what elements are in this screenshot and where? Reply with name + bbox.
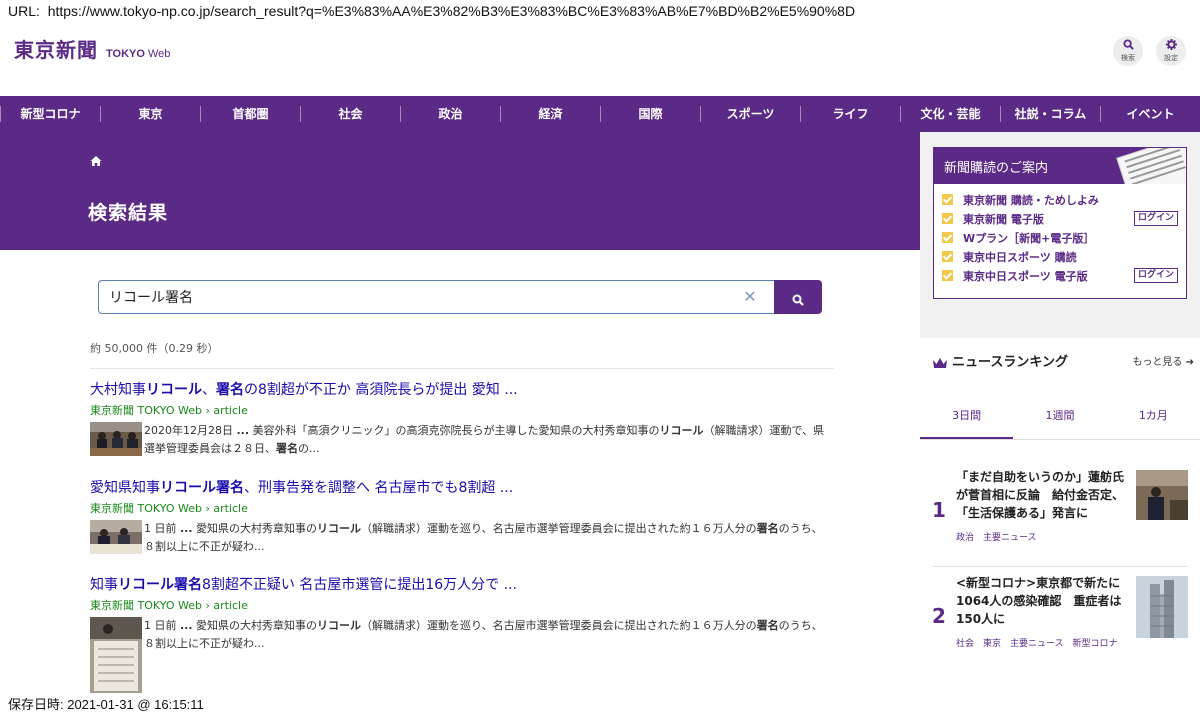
logo-japanese: 東京新聞 <box>14 38 98 62</box>
ranking-thumbnail[interactable] <box>1136 470 1188 524</box>
search-label: 検索 <box>1121 54 1135 62</box>
tab-3days[interactable]: 3日間 <box>920 394 1014 439</box>
nav-item[interactable]: 経済 <box>500 106 600 122</box>
ranking-tags[interactable]: 社会 東京 主要ニュース 新型コロナ <box>956 638 1126 650</box>
result-thumbnail[interactable] <box>90 617 142 697</box>
subscription-item-label: 東京中日スポーツ 購読 <box>963 250 1077 264</box>
ranking-tags[interactable]: 政治 主要ニュース <box>956 532 1126 544</box>
login-button[interactable]: ログイン <box>1133 268 1178 283</box>
ranking-header: ニュースランキング もっと見る ➔ <box>932 350 1194 374</box>
settings-label: 設定 <box>1164 54 1178 62</box>
subscription-box: 新聞購読のご案内 東京新聞 購読・ためしよみ 東京新聞 電子版 ログイン Wプラン… <box>933 147 1187 299</box>
divider <box>932 566 1188 567</box>
check-icon <box>942 270 953 281</box>
logo-english: TOKYO Web <box>106 48 170 60</box>
check-icon <box>942 213 953 224</box>
nav-item[interactable]: 国際 <box>600 106 700 122</box>
subscription-item-label: 東京新聞 電子版 <box>963 212 1044 226</box>
subscription-title: 新聞購読のご案内 <box>944 161 1049 176</box>
subscription-header: 新聞購読のご案内 <box>934 148 1186 184</box>
nav-item[interactable]: 東京 <box>100 106 200 122</box>
subscription-item-label: Wプラン［新聞+電子版］ <box>963 231 1095 245</box>
subscription-item[interactable]: 東京新聞 購読・ためしよみ <box>942 190 1186 209</box>
check-icon <box>942 251 953 262</box>
home-icon[interactable] <box>90 152 102 166</box>
subscription-item[interactable]: 東京中日スポーツ 電子版 ログイン <box>942 266 1186 285</box>
subscription-item[interactable]: 東京中日スポーツ 購読 <box>942 247 1186 266</box>
subscription-item-label: 東京中日スポーツ 電子版 <box>963 269 1088 283</box>
result-title-link[interactable]: 大村知事リコール、署名の8割超が不正か 高須院長らが提出 愛知 ... <box>90 381 830 399</box>
result-snippet: 1 日前 ... 愛知県の大村秀章知事のリコール（解職請求）運動を巡り、名古屋市… <box>144 522 823 553</box>
clear-search-button[interactable]: ✕ <box>738 286 762 308</box>
saved-timestamp: 保存日時: 2021-01-31 @ 16:15:11 <box>8 697 204 712</box>
page-title: 検索結果 <box>88 202 169 224</box>
nav-item[interactable]: 社会 <box>300 106 400 122</box>
ranking-thumbnail[interactable] <box>1136 576 1188 642</box>
search-result: 愛知県知事リコール署名、刑事告発を調整へ 名古屋市でも8割超 ... 東京新聞 … <box>90 479 830 558</box>
tab-1week[interactable]: 1週間 <box>1013 394 1106 439</box>
check-icon <box>942 194 953 205</box>
nav-item[interactable]: 首都圏 <box>200 106 300 122</box>
result-thumbnail[interactable] <box>90 520 142 558</box>
subscription-item[interactable]: 東京新聞 電子版 ログイン <box>942 209 1186 228</box>
rank-number: 1 <box>932 498 946 522</box>
search-icon <box>792 291 804 310</box>
divider <box>90 368 834 369</box>
nav-item[interactable]: 社説・コラム <box>1000 106 1100 122</box>
result-source: 東京新聞 TOKYO Web › article <box>90 404 248 417</box>
ranking-title: ニュースランキング <box>952 355 1068 370</box>
logo-en-bold: TOKYO <box>106 48 145 60</box>
close-icon: ✕ <box>743 287 757 306</box>
result-source: 東京新聞 TOKYO Web › article <box>90 599 248 612</box>
login-button[interactable]: ログイン <box>1133 211 1178 226</box>
ranking-headline[interactable]: <新型コロナ>東京都で新たに1064人の感染確認 重症者は150人に <box>956 574 1132 628</box>
url-label: URL: <box>8 3 40 19</box>
header-settings-button[interactable]: 設定 <box>1156 36 1186 66</box>
see-more-link[interactable]: もっと見る ➔ <box>1132 353 1194 368</box>
news-ranking-panel: ニュースランキング もっと見る ➔ 3日間 1週間 1カ月 1 「まだ自助をいう… <box>920 338 1200 690</box>
result-thumbnail[interactable] <box>90 422 142 460</box>
sidebar: 新聞購読のご案内 東京新聞 購読・ためしよみ 東京新聞 電子版 ログイン Wプラン… <box>920 132 1200 690</box>
site-header: 東京新聞 TOKYO Web 検索 設定 <box>0 24 1200 82</box>
result-count: 約 50,000 件（0.29 秒） <box>90 342 219 355</box>
search-result: 知事リコール署名8割超不正疑い 名古屋市選管に提出16万人分で ... 東京新聞… <box>90 576 830 697</box>
subscription-item[interactable]: Wプラン［新聞+電子版］ <box>942 228 1186 247</box>
newspaper-icon <box>1116 148 1186 184</box>
result-snippet: 2020年12月28日 ... 美容外科「高須クリニック」の高須克弥院長らが主導… <box>144 424 825 455</box>
ranking-tabs: 3日間 1週間 1カ月 <box>920 394 1200 440</box>
nav-item[interactable]: ライフ <box>800 106 900 122</box>
check-icon <box>942 232 953 243</box>
subscription-list: 東京新聞 購読・ためしよみ 東京新聞 電子版 ログイン Wプラン［新聞+電子版］ … <box>934 184 1186 285</box>
search-input[interactable] <box>98 280 774 314</box>
logo-en-light: Web <box>147 48 171 60</box>
result-source: 東京新聞 TOKYO Web › article <box>90 502 248 515</box>
search-box: ✕ <box>98 280 822 314</box>
site-logo[interactable]: 東京新聞 TOKYO Web <box>14 34 170 63</box>
nav-item[interactable]: イベント <box>1100 106 1200 122</box>
nav-item[interactable]: 新型コロナ <box>0 106 100 122</box>
crown-icon <box>932 354 948 368</box>
result-title-link[interactable]: 愛知県知事リコール署名、刑事告発を調整へ 名古屋市でも8割超 ... <box>90 479 830 497</box>
tab-1month[interactable]: 1カ月 <box>1107 394 1200 439</box>
search-icon <box>1113 39 1143 54</box>
nav-item[interactable]: 文化・芸能 <box>900 106 1000 122</box>
header-search-button[interactable]: 検索 <box>1113 36 1143 66</box>
result-snippet: 1 日前 ... 愛知県の大村秀章知事のリコール（解職請求）運動を巡り、名古屋市… <box>144 619 823 650</box>
gear-icon <box>1156 39 1186 54</box>
nav-item[interactable]: スポーツ <box>700 106 800 122</box>
search-submit-button[interactable] <box>774 280 822 314</box>
page-hero: 検索結果 <box>0 132 920 250</box>
url-bar: URL: https://www.tokyo-np.co.jp/search_r… <box>0 0 1200 24</box>
result-title-link[interactable]: 知事リコール署名8割超不正疑い 名古屋市選管に提出16万人分で ... <box>90 576 830 594</box>
ranking-headline[interactable]: 「まだ自助をいうのか」蓮舫氏が菅首相に反論 給付金否定、「生活保護ある」発言に <box>956 468 1132 522</box>
nav-item[interactable]: 政治 <box>400 106 500 122</box>
subscription-item-label: 東京新聞 購読・ためしよみ <box>963 193 1099 207</box>
main-nav: 新型コロナ 東京 首都圏 社会 政治 経済 国際 スポーツ ライフ 文化・芸能 … <box>0 96 1200 132</box>
url-text: https://www.tokyo-np.co.jp/search_result… <box>47 3 856 19</box>
search-result: 大村知事リコール、署名の8割超が不正か 高須院長らが提出 愛知 ... 東京新聞… <box>90 381 830 460</box>
rank-number: 2 <box>932 604 946 628</box>
